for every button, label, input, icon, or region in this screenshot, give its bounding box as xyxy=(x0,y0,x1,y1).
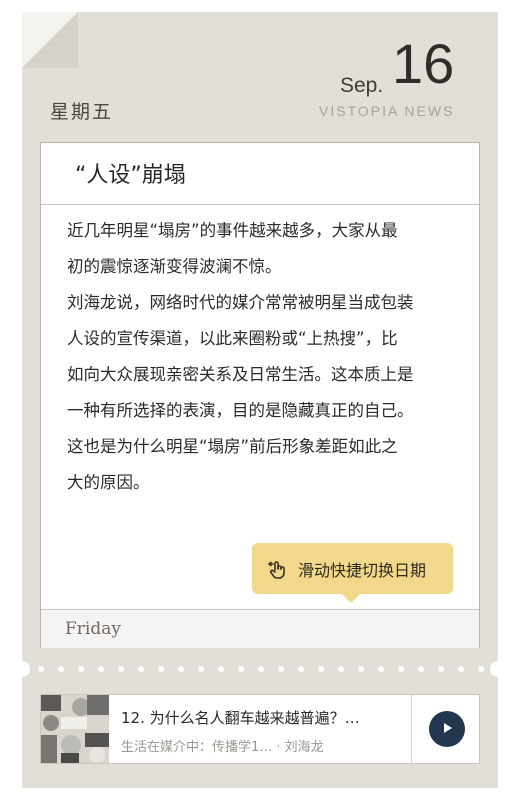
perforation-dot xyxy=(58,666,64,672)
article-title: “人设”崩塌 xyxy=(41,143,479,205)
article-line: 如向大众展现亲密关系及日常生活。这本质上是 xyxy=(67,365,414,384)
date-month: Sep. xyxy=(340,74,384,97)
weekday-label: 星期五 xyxy=(50,101,114,123)
perforation-dot xyxy=(458,666,464,672)
perforation-dot xyxy=(338,666,344,672)
perforation-line xyxy=(22,661,498,677)
play-icon xyxy=(440,720,454,739)
article-line: 大的原因。 xyxy=(67,473,150,492)
perforation-dot xyxy=(198,666,204,672)
article-line: 刘海龙说，网络时代的媒介常常被明星当成包装 xyxy=(67,293,414,312)
perforation-dot xyxy=(318,666,324,672)
brand-name: VISTOPIA NEWS xyxy=(319,103,455,119)
perforation-dot xyxy=(98,666,104,672)
article-line: 人设的宣传渠道，以此来圈粉或“上热搜”，比 xyxy=(67,329,398,348)
perforation-dot xyxy=(78,666,84,672)
perforation-dot xyxy=(218,666,224,672)
article-line: 一种有所选择的表演，目的是隐藏真正的自己。 xyxy=(67,401,414,420)
page-fold-corner xyxy=(22,12,78,68)
date-day: 16 xyxy=(392,32,455,95)
perforation-dot xyxy=(138,666,144,672)
article-body: 近几年明星“塌房”的事件越来越多，大家从最 初的震惊逐渐变得波澜不惊。 刘海龙说… xyxy=(67,213,461,501)
perforation-dot xyxy=(398,666,404,672)
perforation-notch-left xyxy=(14,661,30,677)
perforation-dot xyxy=(178,666,184,672)
track-title[interactable]: 12. 为什么名人翻车越来越普遍？… xyxy=(121,707,411,728)
perforation-dot xyxy=(438,666,444,672)
audio-player-bar[interactable]: 12. 为什么名人翻车越来越普遍？… 生活在媒介中：传播学1… · 刘海龙 xyxy=(40,694,480,764)
perforation-dot xyxy=(378,666,384,672)
perforation-dot xyxy=(358,666,364,672)
article-line: 这也是为什么明星“塌房”前后形象差距如此之 xyxy=(67,437,398,456)
article-line: 初的震惊逐渐变得波澜不惊。 xyxy=(67,257,282,276)
perforation-dot xyxy=(278,666,284,672)
swipe-tip-label: 滑动快捷切换日期 xyxy=(298,560,427,580)
track-subtitle: 生活在媒介中：传播学1… · 刘海龙 xyxy=(121,740,324,755)
article-line: 近几年明星“塌房”的事件越来越多，大家从最 xyxy=(67,221,398,240)
perforation-notch-right xyxy=(490,661,506,677)
card-footer: Friday xyxy=(41,609,479,648)
perforation-dot xyxy=(298,666,304,672)
swipe-hand-icon xyxy=(266,557,290,581)
perforation-dot xyxy=(158,666,164,672)
swipe-tip[interactable]: 滑动快捷切换日期 xyxy=(252,543,453,603)
perforation-dot xyxy=(238,666,244,672)
perforation-dot xyxy=(478,666,484,672)
perforation-dot xyxy=(118,666,124,672)
perforation-dot xyxy=(418,666,424,672)
perforation-dot xyxy=(38,666,44,672)
player-divider xyxy=(411,695,412,763)
perforation-dot xyxy=(258,666,264,672)
play-button[interactable] xyxy=(429,711,465,747)
weekday-english: Friday xyxy=(65,619,121,639)
album-cover[interactable] xyxy=(41,695,109,763)
